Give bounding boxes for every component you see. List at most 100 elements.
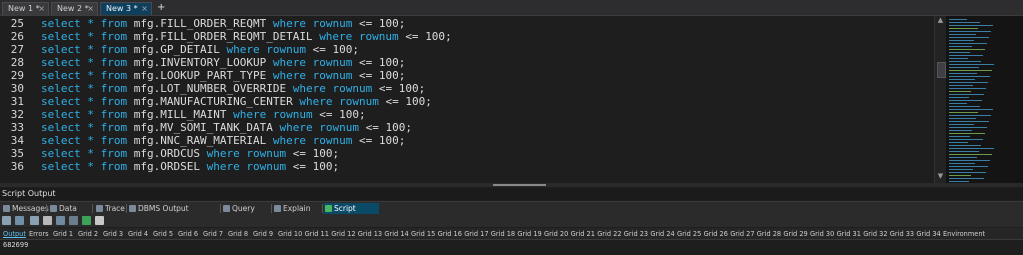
grid-tab[interactable]: Grid 10	[278, 228, 302, 239]
grid-tab[interactable]: Grid 3	[103, 228, 123, 239]
grid-tab[interactable]: Grid 34	[916, 228, 940, 239]
tab-explain-plan[interactable]: Explain Plan	[273, 203, 321, 224]
code-line[interactable]: select * from mfg.ORDSEL where rownum <=…	[41, 160, 339, 173]
sql-keyword: rownum	[246, 160, 287, 173]
grid-tab[interactable]: Grid 9	[253, 228, 273, 239]
scroll-down-icon[interactable]: ▼	[936, 172, 945, 181]
add-tab-icon[interactable]: +	[157, 1, 165, 14]
grid-tab[interactable]: Grid 8	[228, 228, 248, 239]
code-line[interactable]: select * from mfg.MANUFACTURING_CENTER w…	[41, 95, 432, 108]
grid-tab[interactable]: Grid 11	[305, 228, 329, 239]
grid-tab[interactable]: Grid 23	[624, 228, 648, 239]
grid-tab[interactable]: Grid 32	[863, 228, 887, 239]
sql-keyword: from	[100, 108, 128, 121]
messages-icon	[3, 205, 10, 212]
grid-tab[interactable]: Grid 15	[411, 228, 435, 239]
code-line[interactable]: select * from mfg.LOOKUP_PART_TYPE where…	[41, 69, 405, 82]
sql-terminator: ;	[425, 95, 432, 108]
grid-export-icon[interactable]	[95, 216, 104, 225]
grid-tab[interactable]: Grid 20	[544, 228, 568, 239]
sql-editor[interactable]: 25 26 27 28 29 30 31 32 33 34 35 36 select * from m…	[0, 16, 946, 183]
minimap-line	[949, 109, 993, 110]
sql-keyword: select	[41, 69, 81, 82]
grid-tab[interactable]: Grid 16	[438, 228, 462, 239]
line-number: 27	[10, 43, 24, 56]
minimap-line	[949, 172, 986, 173]
minimap-line	[949, 88, 986, 89]
tab-new-1[interactable]: New 1 * ×	[2, 2, 49, 15]
code-line[interactable]: select * from mfg.NNC_RAW_MATERIAL where…	[41, 134, 405, 147]
sql-operator: <=	[319, 108, 333, 121]
tab-new-2[interactable]: New 2 * ×	[51, 2, 98, 15]
tab-new-3[interactable]: New 3 * ×	[100, 2, 152, 15]
tab-trace[interactable]: Trace	[95, 203, 125, 214]
tab-messages[interactable]: Messages	[2, 203, 49, 214]
code-line[interactable]: select * from mfg.FILL_ORDER_REQMT where…	[41, 17, 405, 30]
print-icon[interactable]	[69, 216, 78, 225]
grid-tab[interactable]: Grid 14	[384, 228, 408, 239]
tab-dbms-output[interactable]: DBMS Output (disabled)	[128, 203, 216, 224]
minimap-line	[949, 163, 975, 164]
tab-script-output[interactable]: Script Output	[324, 203, 379, 224]
code-line[interactable]: select * from mfg.ORDCUS where rownum <=…	[41, 147, 339, 160]
grid-tab[interactable]: Grid 30	[810, 228, 834, 239]
grid-tab[interactable]: Grid 6	[178, 228, 198, 239]
code-line[interactable]: select * from mfg.FILL_ORDER_REQMT_DETAI…	[41, 30, 452, 43]
tab-divider	[322, 204, 323, 213]
splitter-handle[interactable]	[493, 184, 546, 186]
grid-tab[interactable]: Grid 24	[650, 228, 674, 239]
grid-tab[interactable]: Grid 5	[153, 228, 173, 239]
grid-tab[interactable]: Grid 29	[783, 228, 807, 239]
close-icon[interactable]: ×	[87, 3, 94, 15]
minimap-line	[949, 160, 990, 161]
minimap-line	[949, 178, 984, 179]
grid-tab[interactable]: Grid 4	[128, 228, 148, 239]
grid-tab[interactable]: Grid 1	[53, 228, 73, 239]
sql-keyword: where	[272, 17, 306, 30]
tab-label: Trace	[105, 204, 125, 213]
code-line[interactable]: select * from mfg.GP_DETAIL where rownum…	[41, 43, 359, 56]
tab-data-grid[interactable]: Data Grid	[49, 203, 91, 224]
sql-keyword: from	[100, 30, 128, 43]
scroll-up-icon[interactable]: ▲	[936, 16, 945, 25]
tab-query-viewer[interactable]: Query Viewer	[222, 203, 270, 224]
grid-tab[interactable]: Grid 2	[78, 228, 98, 239]
code-line[interactable]: select * from mfg.INVENTORY_LOOKUP where…	[41, 56, 405, 69]
code-minimap[interactable]	[946, 16, 1023, 183]
code-line[interactable]: select * from mfg.MV_SOMI_TANK_DATA wher…	[41, 121, 412, 134]
grid-tab[interactable]: Grid 18	[491, 228, 515, 239]
grid-tab[interactable]: Environment	[943, 228, 985, 239]
grid-tab[interactable]: Errors	[29, 228, 49, 239]
grid-tab[interactable]: Grid 27	[730, 228, 754, 239]
clear-icon[interactable]	[30, 216, 39, 225]
minimap-line	[949, 181, 969, 182]
code-line[interactable]: select * from mfg.LOT_NUMBER_OVERRIDE wh…	[41, 82, 425, 95]
excel-icon[interactable]	[82, 216, 91, 225]
grid-tab[interactable]: Grid 31	[837, 228, 861, 239]
grid-tab[interactable]: Grid 7	[203, 228, 223, 239]
grid-tab[interactable]: Grid 19	[517, 228, 541, 239]
grid-tab[interactable]: Grid 22	[597, 228, 621, 239]
grid-tab[interactable]: Output	[3, 228, 26, 239]
minimap-line	[949, 31, 991, 32]
grid-tab[interactable]: Grid 28	[757, 228, 781, 239]
copy-icon[interactable]	[43, 216, 52, 225]
run-icon[interactable]	[15, 216, 24, 225]
pin-icon[interactable]	[2, 216, 11, 225]
save-icon[interactable]	[56, 216, 65, 225]
scrollbar-thumb[interactable]	[937, 62, 946, 78]
grid-tab[interactable]: Grid 12	[331, 228, 355, 239]
code-line[interactable]: select * from mfg.MILL_MAINT where rownu…	[41, 108, 366, 121]
sql-operator: <=	[378, 82, 393, 95]
close-icon[interactable]: ×	[141, 3, 148, 15]
sql-keyword: from	[100, 43, 128, 56]
grid-tab[interactable]: Grid 21	[571, 228, 595, 239]
grid-tab[interactable]: Grid 33	[890, 228, 914, 239]
grid-tab[interactable]: Grid 17	[464, 228, 488, 239]
grid-tab[interactable]: Grid 25	[677, 228, 701, 239]
grid-tab[interactable]: Grid 26	[704, 228, 728, 239]
close-icon[interactable]: ×	[38, 3, 45, 15]
minimap-line	[949, 73, 977, 74]
grid-tab[interactable]: Grid 13	[358, 228, 382, 239]
sql-operator: *	[87, 30, 94, 43]
